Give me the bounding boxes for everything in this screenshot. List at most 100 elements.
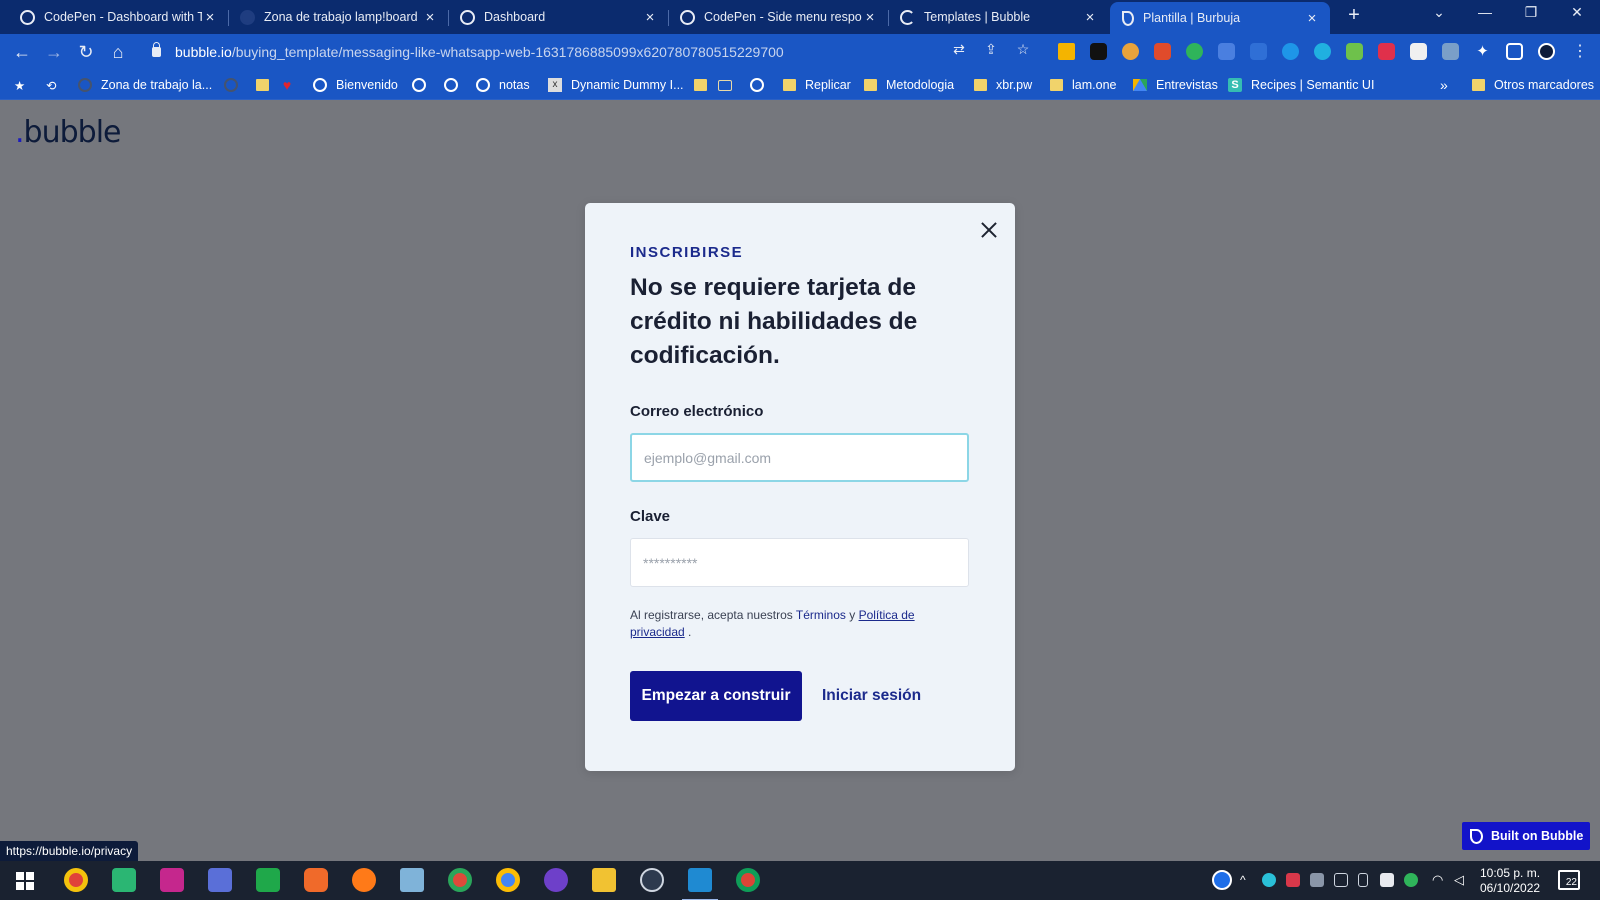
extension-shield-icon[interactable] [1186, 43, 1203, 60]
notepad-icon[interactable] [400, 868, 424, 892]
address-bar[interactable]: bubble.io/buying_template/messaging-like… [140, 38, 1035, 66]
login-link[interactable]: Iniciar sesión [822, 687, 921, 705]
windows-start-icon[interactable] [16, 872, 34, 890]
forward-button[interactable]: → [42, 40, 66, 64]
tray-expand-icon[interactable]: ^ [1240, 873, 1254, 887]
volume-icon[interactable]: ◁ [1454, 873, 1468, 887]
extension-circle-icon[interactable] [1314, 43, 1331, 60]
extension-pattern-icon[interactable] [1442, 43, 1459, 60]
bookmark-otros-marcadores[interactable]: Otros marcadores [1472, 76, 1594, 94]
bookmark-entrevistas[interactable]: Entrevistas [1133, 76, 1218, 94]
tray-red-icon[interactable] [1286, 873, 1300, 887]
wifi-icon[interactable]: ◠ [1432, 873, 1446, 887]
folder-bookmark[interactable] [256, 76, 278, 94]
new-tab-button[interactable]: + [1342, 4, 1366, 27]
bookmark-zona-de-trabajo[interactable]: Zona de trabajo la... [78, 76, 212, 94]
share-icon[interactable]: ⇪ [982, 40, 1000, 58]
tab-dashboard[interactable]: Dashboard × [448, 2, 669, 32]
history-icon[interactable]: ⟲ [46, 76, 56, 94]
extension-green-icon[interactable] [1346, 43, 1363, 60]
extension-shop-icon[interactable] [1410, 43, 1427, 60]
email-field[interactable] [630, 433, 969, 482]
heart-bookmark[interactable]: ♥ [280, 76, 303, 94]
tray-pen-icon[interactable] [1334, 873, 1348, 887]
extension-emoji-icon[interactable] [1122, 43, 1139, 60]
bookmark-star-icon[interactable]: ☆ [1014, 40, 1032, 58]
firefox-icon[interactable] [352, 868, 376, 892]
tab-codepen-side-menu[interactable]: CodePen - Side menu respon × [668, 2, 889, 32]
extension-mail-icon[interactable] [1090, 43, 1107, 60]
vscode-icon[interactable] [682, 868, 718, 900]
bookmarks-overflow-button[interactable]: » [1440, 76, 1448, 94]
close-tab-icon[interactable]: × [642, 9, 658, 26]
home-button[interactable]: ⌂ [106, 40, 130, 64]
extension-hp-icon[interactable] [1282, 43, 1299, 60]
bookmark-lam-one[interactable]: lam.one [1050, 76, 1116, 94]
bookmark-dynamic-dummy[interactable]: x Dynamic Dummy I... [548, 76, 684, 94]
taskbar-clock[interactable]: 10:05 p. m. 06/10/2022 [1480, 866, 1540, 896]
translate-icon[interactable]: ⇄ [950, 40, 968, 58]
tray-cloud-icon[interactable] [1262, 873, 1276, 887]
profile-avatar[interactable] [1538, 43, 1555, 60]
folder-bookmark[interactable] [694, 76, 716, 94]
chrome-icon[interactable] [496, 868, 520, 892]
bookmarks-star-icon[interactable]: ★ [14, 76, 25, 94]
app-green-icon[interactable] [112, 868, 136, 892]
file-explorer-icon[interactable] [592, 868, 616, 892]
restore-button[interactable]: ❐ [1516, 4, 1546, 21]
side-panel-icon[interactable] [1506, 43, 1523, 60]
close-icon[interactable] [978, 219, 1000, 241]
briefcase-bookmark[interactable] [718, 76, 741, 94]
app-blue-icon[interactable] [208, 868, 232, 892]
terms-link[interactable]: Términos [796, 608, 846, 622]
bookmark-semantic-ui[interactable]: S Recipes | Semantic UI [1228, 76, 1374, 94]
globe-bookmark[interactable] [750, 76, 773, 94]
help-icon[interactable] [1212, 870, 1232, 890]
built-on-bubble-badge[interactable]: Built on Bubble [1462, 822, 1590, 850]
obs-icon[interactable] [640, 868, 664, 892]
reload-button[interactable]: ↻ [74, 40, 98, 64]
close-tab-icon[interactable]: × [1304, 10, 1320, 27]
chrome-canary-icon[interactable] [64, 868, 88, 892]
chrome-beta-icon[interactable] [448, 868, 472, 892]
extension-grid-icon[interactable] [1378, 43, 1395, 60]
close-tab-icon[interactable]: × [202, 9, 218, 26]
browser-menu-icon[interactable]: ⋮ [1568, 40, 1592, 64]
tray-usb-icon[interactable] [1310, 873, 1324, 887]
chrome-active-icon[interactable] [736, 868, 760, 892]
tray-defender-icon[interactable] [1380, 873, 1394, 887]
bookmark-bienvenido[interactable]: Bienvenido [313, 76, 398, 94]
back-button[interactable]: ← [10, 40, 34, 64]
github-bookmark-icon[interactable] [224, 76, 247, 94]
tab-templates-bubble[interactable]: Templates | Bubble × [888, 2, 1108, 32]
app-green-doc-icon[interactable] [256, 868, 280, 892]
minimize-button[interactable]: — [1470, 4, 1500, 20]
tray-shield-icon[interactable] [1404, 873, 1418, 887]
tab-search-icon[interactable]: ⌄ [1424, 4, 1454, 21]
brave-icon[interactable] [304, 868, 328, 892]
start-building-button[interactable]: Empezar a construir [630, 671, 802, 721]
close-tab-icon[interactable]: × [862, 9, 878, 26]
bubble-logo[interactable]: .bubble [15, 115, 121, 150]
bookmark-xbr[interactable]: xbr.pw [974, 76, 1032, 94]
close-tab-icon[interactable]: × [1082, 9, 1098, 26]
close-window-button[interactable]: ✕ [1562, 4, 1592, 21]
tab-lampboard[interactable]: Zona de trabajo lamp!board × [228, 2, 449, 32]
extension-badge-icon[interactable] [1250, 43, 1267, 60]
github-desktop-icon[interactable] [544, 868, 568, 892]
close-tab-icon[interactable]: × [422, 9, 438, 26]
extension-rocket-icon[interactable] [1154, 43, 1171, 60]
bookmark-notas[interactable]: notas [476, 76, 530, 94]
extension-translate-icon[interactable] [1218, 43, 1235, 60]
tab-plantilla-burbuja[interactable]: Plantilla | Burbuja × [1110, 2, 1330, 34]
globe-bookmark[interactable] [444, 76, 467, 94]
extensions-puzzle-icon[interactable]: ✦ [1474, 43, 1491, 60]
google-drive-icon[interactable] [1058, 43, 1075, 60]
globe-bookmark[interactable] [412, 76, 435, 94]
tray-battery-icon[interactable] [1358, 873, 1368, 887]
bookmark-metodologia[interactable]: Metodologia [864, 76, 954, 94]
tab-codepen-dashboard[interactable]: CodePen - Dashboard with Ta × [8, 2, 229, 32]
password-field[interactable] [630, 538, 969, 587]
notification-center-icon[interactable]: 22 [1558, 870, 1580, 890]
app-pink-icon[interactable] [160, 868, 184, 892]
